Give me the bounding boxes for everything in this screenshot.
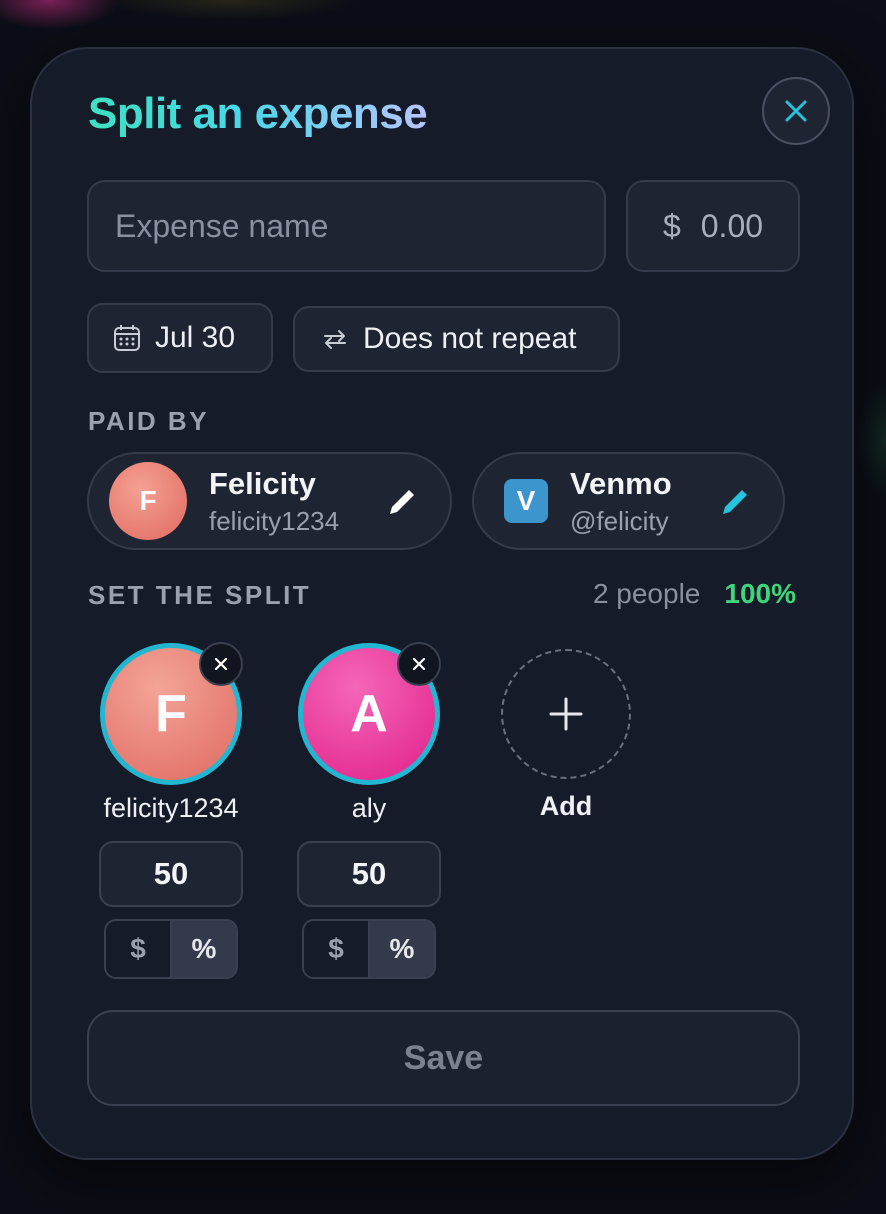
payment-method-card[interactable]: V Venmo @felicity [472, 452, 785, 550]
plus-icon [549, 697, 583, 731]
repeat-icon [324, 330, 346, 349]
repeat-button[interactable]: Does not repeat [293, 306, 620, 372]
amount-value: 0.00 [700, 207, 764, 244]
modal-title: Split an expense [88, 89, 428, 138]
date-label: Jul 30 [155, 321, 236, 354]
avatar-initial: A [350, 685, 388, 743]
split-expense-modal: Split an expense $ 0.00 Jul 30 Does not … [30, 47, 854, 1160]
dollar-mode-option[interactable]: $ [106, 921, 172, 977]
dollar-mode-option[interactable]: $ [304, 921, 370, 977]
payer-card[interactable]: F Felicity felicity1234 [87, 452, 452, 550]
split-summary: 2 people 100% [593, 578, 796, 610]
background-glow [856, 380, 886, 500]
split-mode-toggle: $ % [302, 919, 436, 979]
avatar: F [109, 462, 187, 540]
remove-icon [214, 657, 228, 671]
pencil-icon[interactable] [384, 484, 420, 520]
currency-symbol: $ [662, 207, 681, 244]
background-glow [100, 0, 360, 20]
payer-username: felicity1234 [209, 505, 340, 536]
payment-method-handle: @felicity [570, 505, 669, 536]
close-button[interactable] [762, 77, 830, 145]
amount-field[interactable]: $ 0.00 [626, 180, 800, 272]
payer-name: Felicity [209, 465, 316, 501]
people-count: 2 people [592, 578, 701, 609]
share-input[interactable]: 50 [99, 841, 243, 907]
add-member-button[interactable]: Add [500, 649, 632, 822]
avatar[interactable]: A [298, 642, 441, 785]
percent-mode-option[interactable]: % [172, 921, 236, 977]
avatar-initial: F [155, 685, 187, 743]
pencil-icon[interactable] [717, 484, 753, 520]
payment-method-name: Venmo [570, 465, 672, 501]
expense-name-input[interactable] [115, 207, 604, 245]
add-circle[interactable] [501, 649, 631, 779]
percent-mode-option[interactable]: % [370, 921, 434, 977]
add-label: Add [539, 791, 593, 821]
repeat-label: Does not repeat [363, 322, 577, 355]
save-button[interactable]: Save [87, 1010, 800, 1106]
remove-member-button[interactable] [199, 642, 243, 686]
member-name: felicity1234 [103, 793, 239, 823]
remove-member-button[interactable] [397, 642, 441, 686]
split-mode-toggle: $ % [104, 919, 238, 979]
background-glow [0, 0, 120, 30]
calendar-icon [114, 325, 140, 351]
expense-name-field[interactable] [87, 180, 606, 272]
total-percent: 100% [724, 578, 796, 609]
split-member: A aly 50 $ % [294, 642, 444, 979]
close-icon [785, 100, 807, 122]
member-name: aly [351, 793, 387, 823]
set-split-heading: SET THE SPLIT [88, 580, 312, 610]
share-input[interactable]: 50 [297, 841, 441, 907]
split-member: F felicity1234 50 $ % [96, 642, 246, 979]
venmo-logo: V [504, 479, 548, 523]
date-picker-button[interactable]: Jul 30 [87, 303, 273, 373]
avatar[interactable]: F [100, 642, 243, 785]
remove-icon [412, 657, 426, 671]
paid-by-heading: PAID BY [88, 406, 210, 436]
